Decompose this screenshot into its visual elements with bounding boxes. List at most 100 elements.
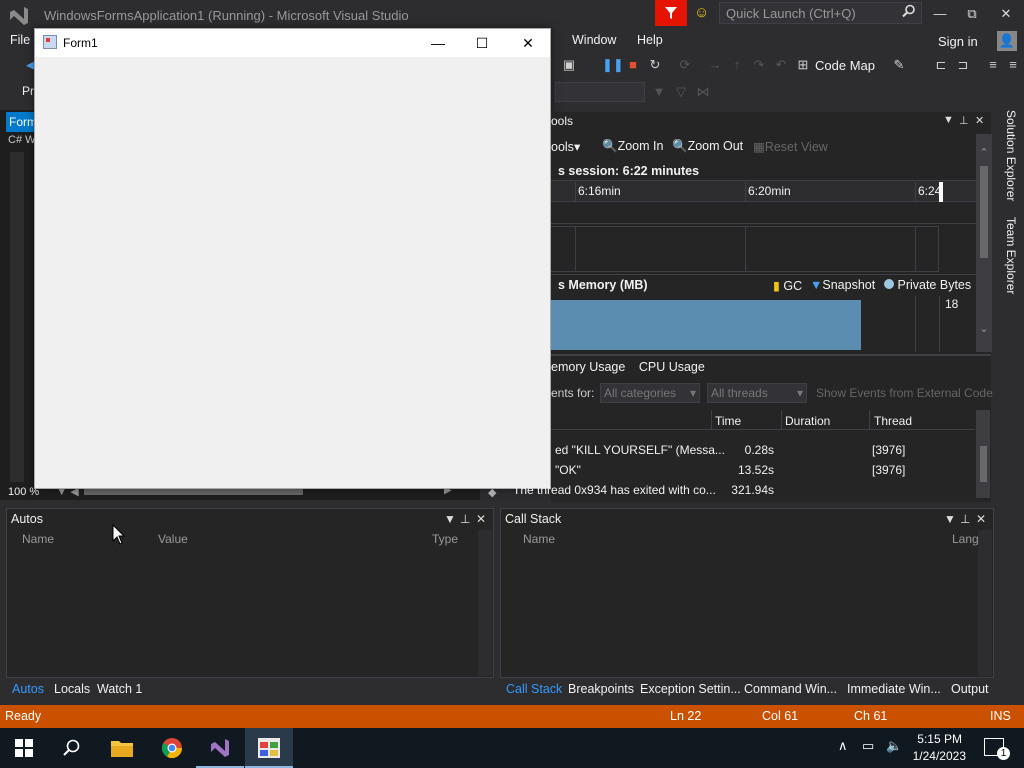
event-text[interactable]: "OK" (555, 463, 581, 477)
call-stack-pin-icon[interactable]: ⊥ (960, 512, 970, 526)
indent-icon[interactable]: ≡ (984, 57, 1002, 72)
call-stack-scrollbar[interactable] (978, 530, 992, 676)
step-over-icon[interactable]: ↑ (728, 57, 746, 72)
side-tab-team-explorer[interactable]: Team Explorer (1004, 217, 1018, 294)
splitter[interactable] (551, 354, 991, 356)
clock-date[interactable]: 1/24/2023 (906, 749, 966, 763)
panel-close-icon[interactable]: ✕ (975, 114, 984, 127)
column-divider[interactable] (781, 410, 782, 430)
show-next-statement-icon[interactable]: ⟳ (676, 57, 694, 73)
restore-button[interactable]: ⧉ (957, 4, 987, 24)
link-icon[interactable]: ⋈ (694, 84, 712, 100)
tab-watch-1[interactable]: Watch 1 (97, 682, 142, 696)
column-divider[interactable] (711, 410, 712, 430)
events-scroll-thumb[interactable] (980, 446, 987, 482)
network-icon[interactable]: ▭ (862, 738, 874, 754)
step-into-icon[interactable]: → (706, 57, 724, 72)
form-minimize-button[interactable]: — (423, 33, 453, 53)
thread-combo[interactable] (555, 82, 645, 102)
windows-start-icon[interactable] (0, 728, 48, 768)
autos-column-name[interactable]: Name (22, 532, 54, 546)
autos-close-icon[interactable]: ✕ (476, 512, 486, 526)
restart-icon[interactable]: ↻ (646, 57, 664, 73)
close-button[interactable]: ✕ (991, 4, 1021, 24)
column-duration[interactable]: Duration (785, 414, 830, 428)
call-stack-column-name[interactable]: Name (523, 532, 555, 546)
form-app-taskbar-icon[interactable] (245, 728, 293, 768)
format-right-icon[interactable]: ⊐ (954, 57, 972, 73)
account-avatar-icon[interactable]: 👤 (997, 31, 1017, 51)
scroll-up-icon[interactable]: ⌃ (976, 146, 992, 159)
menu-window[interactable]: Window (572, 33, 616, 47)
autos-pin-icon[interactable]: ⊥ (460, 512, 470, 526)
zoom-in-button[interactable]: 🔍Zoom In (602, 139, 663, 154)
column-divider[interactable] (869, 410, 870, 430)
overflow-icon[interactable]: ≡ (1004, 57, 1022, 72)
call-stack-menu-icon[interactable]: ▼ (944, 512, 956, 526)
menu-help[interactable]: Help (637, 33, 663, 47)
horizontal-scrollbar[interactable] (84, 489, 303, 495)
autos-scrollbar[interactable] (478, 530, 492, 676)
format-left-icon[interactable]: ⊏ (932, 57, 950, 73)
tab-memory-usage[interactable]: emory Usage (551, 360, 625, 374)
pause-icon[interactable]: ❚❚ (602, 57, 624, 73)
tab-output[interactable]: Output (951, 682, 989, 696)
quick-launch-input[interactable]: Quick Launch (Ctrl+Q) (719, 2, 922, 24)
scroll-down-icon[interactable]: ⌄ (976, 322, 992, 335)
external-code-checkbox[interactable]: Show Events from External Code (816, 386, 993, 400)
document-tab-form[interactable]: Form (6, 112, 36, 132)
process-icon[interactable]: ▣ (560, 57, 578, 73)
volume-icon[interactable]: 🔈 (886, 738, 902, 754)
search-taskbar-icon[interactable] (48, 728, 96, 768)
step-back-icon[interactable]: ↶ (772, 57, 790, 73)
form1-window[interactable]: Form1 — ☐ ✕ (34, 28, 551, 489)
timeline-cursor[interactable] (939, 182, 943, 202)
autos-menu-icon[interactable]: ▼ (444, 512, 456, 526)
call-stack-column-lang[interactable]: Lang (952, 532, 979, 546)
autos-column-type[interactable]: Type (432, 532, 458, 546)
side-tab-solution-explorer[interactable]: Solution Explorer (1004, 110, 1018, 201)
minimize-button[interactable]: — (925, 4, 955, 24)
tab-locals[interactable]: Locals (54, 682, 90, 696)
document-nav-dropdown[interactable]: C# W (8, 134, 36, 150)
tab-exception-settings[interactable]: Exception Settin... (640, 682, 741, 696)
reset-view-button[interactable]: ▦Reset View (753, 139, 828, 154)
stop-icon[interactable]: ■ (624, 57, 642, 72)
form-maximize-button[interactable]: ☐ (467, 33, 497, 53)
file-explorer-icon[interactable] (98, 728, 146, 768)
event-text[interactable]: The thread 0x934 has exited with co... (513, 483, 716, 497)
column-time[interactable]: Time (715, 414, 741, 428)
tab-breakpoints[interactable]: Breakpoints (568, 682, 634, 696)
step-out-icon[interactable]: ↷ (750, 57, 768, 73)
tab-immediate-window[interactable]: Immediate Win... (847, 682, 941, 696)
scroll-thumb[interactable] (980, 166, 988, 258)
filter-clear-icon[interactable]: ▽ (672, 84, 690, 100)
call-stack-close-icon[interactable]: ✕ (976, 512, 986, 526)
feedback-flag-icon[interactable] (655, 0, 687, 26)
tab-call-stack[interactable]: Call Stack (506, 682, 562, 696)
code-map-button[interactable]: Code Map (815, 58, 875, 73)
category-filter-combo[interactable]: All categories ▾ (600, 383, 700, 403)
clock-time[interactable]: 5:15 PM (906, 732, 962, 746)
breakpoint-toggle-icon[interactable]: ✎ (890, 57, 908, 73)
code-map-icon[interactable]: ⊞ (794, 57, 812, 73)
column-thread[interactable]: Thread (874, 414, 912, 428)
chrome-icon[interactable] (148, 728, 196, 768)
smiley-feedback-icon[interactable]: ☺ (694, 4, 709, 21)
thread-filter-combo[interactable]: All threads ▾ (707, 383, 807, 403)
autos-column-value[interactable]: Value (158, 532, 188, 546)
menu-file[interactable]: File (10, 33, 30, 47)
tools-dropdown[interactable]: ools▾ (551, 139, 580, 154)
tab-command-window[interactable]: Command Win... (744, 682, 837, 696)
pin-icon[interactable]: ⊥ (959, 114, 969, 127)
filter-icon[interactable]: ▼ (650, 84, 668, 99)
tab-autos[interactable]: Autos (12, 682, 44, 696)
visual-studio-taskbar-icon[interactable] (196, 728, 244, 768)
search-icon[interactable] (902, 4, 916, 21)
panel-menu-icon[interactable]: ▼ (943, 114, 954, 126)
form-close-button[interactable]: ✕ (513, 33, 543, 53)
sign-in-link[interactable]: Sign in (938, 34, 978, 49)
zoom-out-button[interactable]: 🔍Zoom Out (672, 139, 743, 154)
tray-chevron-icon[interactable]: ∧ (838, 738, 848, 754)
tab-cpu-usage[interactable]: CPU Usage (639, 360, 705, 374)
